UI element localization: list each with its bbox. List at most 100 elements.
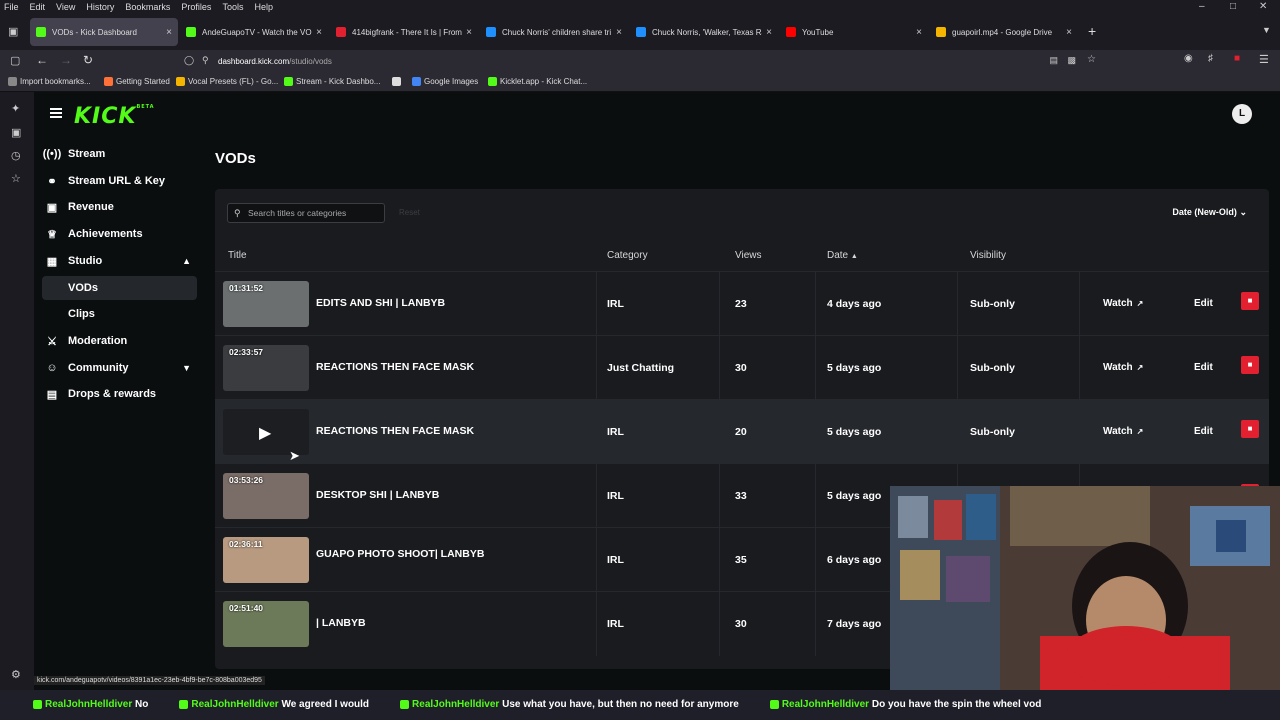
column-category[interactable]: Category (607, 250, 648, 261)
tab-overflow-icon[interactable]: ▼ (1262, 25, 1271, 35)
tab-2[interactable]: 414bigfrank - There It Is | From × (330, 18, 478, 46)
edit-button[interactable]: Edit (1194, 298, 1213, 309)
chat-ticker: RealJohnHelldiver No RealJohnHelldiver We… (0, 699, 1280, 715)
column-views[interactable]: Views (735, 250, 762, 261)
sidebar-item-studio[interactable]: ▦ Studio ▲ (42, 249, 197, 273)
sidebar-item-drops-rewards[interactable]: ▤ Drops & rewards (42, 382, 197, 406)
bookmark-item[interactable] (392, 77, 404, 86)
edit-button[interactable]: Edit (1194, 362, 1213, 373)
avatar[interactable]: L (1232, 104, 1252, 124)
sidebar-item-achievements[interactable]: ♕ Achievements (42, 222, 197, 246)
close-tab-icon[interactable]: × (466, 27, 472, 38)
sidebar-item-revenue[interactable]: ▣ Revenue (42, 195, 197, 219)
sidebar-item-community[interactable]: ☺ Community ▼ (42, 356, 197, 380)
history-icon[interactable]: ◷ (11, 149, 21, 162)
close-tab-icon[interactable]: × (1066, 27, 1072, 38)
account-icon[interactable]: ◉ (1184, 53, 1193, 64)
reset-button[interactable]: Reset (399, 208, 420, 217)
bookmark-item[interactable]: Getting Started (104, 77, 170, 86)
url-bar[interactable]: ◯ ⚲ dashboard.kick.com/studio/vods ▤ ▩ ☆ (178, 52, 1102, 70)
tab-list-icon[interactable]: ▣ (8, 25, 18, 38)
menu-profiles[interactable]: Profiles (181, 2, 211, 12)
back-button[interactable]: ← (36, 53, 48, 67)
delete-button[interactable]: ■ (1241, 420, 1259, 438)
close-tab-icon[interactable]: × (166, 27, 172, 38)
tab-1[interactable]: AndeGuapoTV - Watch the VO × (180, 18, 328, 46)
menu-toggle-icon[interactable] (50, 108, 62, 118)
close-tab-icon[interactable]: × (766, 27, 772, 38)
menu-help[interactable]: Help (254, 2, 273, 12)
bookmark-item[interactable]: Import bookmarks... (8, 77, 91, 86)
watch-button[interactable]: Watch↗ (1103, 298, 1143, 309)
pip-icon[interactable]: ▩ (1067, 55, 1076, 66)
reader-view-icon[interactable]: ▤ (1049, 55, 1058, 66)
column-date[interactable]: Date ▲ (827, 250, 858, 261)
new-tab-button[interactable]: + (1088, 23, 1096, 39)
tabs-icon[interactable]: ▣ (11, 126, 21, 139)
table-row[interactable]: 02:33:57 REACTIONS THEN FACE MASK Just Cha… (215, 335, 1269, 400)
search-input[interactable]: ⚲ Search titles or categories (227, 203, 385, 223)
vod-category: IRL (607, 298, 624, 310)
chevron-icon[interactable]: ▼ (182, 363, 191, 373)
menu-bookmarks[interactable]: Bookmarks (125, 2, 170, 12)
bookmark-item[interactable]: Google Images (412, 77, 478, 86)
forward-button[interactable]: → (60, 53, 72, 67)
bookmark-item[interactable]: Kicklet.app - Kick Chat... (488, 77, 587, 86)
close-tab-icon[interactable]: × (916, 27, 922, 38)
youtube-icon (786, 27, 796, 37)
minimize-button[interactable]: – (1199, 1, 1205, 12)
sidebar-item-moderation[interactable]: ⚔ Moderation (42, 329, 197, 353)
shield-icon[interactable]: ◯ (184, 55, 194, 66)
watch-button[interactable]: Watch↗ (1103, 426, 1143, 437)
tab-4[interactable]: Chuck Norris, 'Walker, Texas Ra × (630, 18, 778, 46)
chevron-icon[interactable]: ▲ (182, 256, 191, 266)
kick-logo[interactable]: KICKBETA (74, 104, 155, 129)
edit-button[interactable]: Edit (1194, 426, 1213, 437)
close-window-button[interactable]: ✕ (1259, 1, 1267, 12)
tab-5[interactable]: YouTube × (780, 18, 928, 46)
menu-tools[interactable]: Tools (222, 2, 243, 12)
watch-button[interactable]: Watch↗ (1103, 362, 1143, 373)
column-title[interactable]: Title (228, 250, 247, 261)
vod-category: IRL (607, 426, 624, 438)
menu-view[interactable]: View (56, 2, 75, 12)
bookmark-star-icon[interactable]: ☆ (1087, 54, 1096, 65)
close-tab-icon[interactable]: × (616, 27, 622, 38)
reload-button[interactable]: ↻ (83, 53, 93, 67)
vod-thumbnail[interactable]: 01:31:52 (223, 281, 309, 327)
tab-6[interactable]: guapoirl.mp4 - Google Drive × (930, 18, 1078, 46)
sidebar-item-label: Achievements (68, 228, 143, 240)
settings-gear-icon[interactable]: ⚙ (11, 668, 21, 681)
delete-button[interactable]: ■ (1241, 292, 1259, 310)
menu-file[interactable]: File (4, 2, 19, 12)
bookmark-item[interactable]: Stream - Kick Dashbo... (284, 77, 380, 86)
vod-thumbnail[interactable]: 02:51:40 (223, 601, 309, 647)
table-row[interactable]: 01:31:52 EDITS AND SHI | LANBYB IRL 23 4 day… (215, 271, 1269, 336)
vod-thumbnail[interactable]: 02:36:11 (223, 537, 309, 583)
bookmarks-icon[interactable]: ☆ (11, 172, 21, 185)
close-tab-icon[interactable]: × (316, 27, 322, 38)
vod-thumbnail[interactable]: 03:53:26 (223, 473, 309, 519)
ai-chat-icon[interactable]: ✦ (11, 102, 20, 115)
tab-3[interactable]: Chuck Norris' children share tri × (480, 18, 628, 46)
sidebar-item-clips[interactable]: Clips (42, 302, 197, 326)
table-row[interactable]: ▶ REACTIONS THEN FACE MASK IRL 20 5 days ago… (215, 399, 1269, 464)
extension-badge-icon[interactable]: ■ (1234, 53, 1240, 64)
sidebar-item-vods[interactable]: VODs (42, 276, 197, 300)
maximize-button[interactable]: □ (1230, 1, 1236, 12)
column-visibility[interactable]: Visibility (970, 250, 1006, 261)
menu-history[interactable]: History (86, 2, 114, 12)
sort-dropdown[interactable]: Date (New-Old) ⌄ (1172, 207, 1247, 218)
bookmark-item[interactable]: Vocal Presets (FL) - Go... (176, 77, 278, 86)
tab-0[interactable]: VODs - Kick Dashboard × (30, 18, 178, 46)
sidebar-item-stream[interactable]: ((•)) Stream (42, 142, 197, 166)
vod-thumbnail[interactable]: 02:33:57 (223, 345, 309, 391)
extensions-icon[interactable]: ♯ (1208, 53, 1213, 64)
play-icon[interactable]: ▶ (259, 423, 271, 443)
menu-edit[interactable]: Edit (30, 2, 46, 12)
app-menu-icon[interactable]: ☰ (1259, 53, 1269, 66)
delete-button[interactable]: ■ (1241, 356, 1259, 374)
lock-icon[interactable]: ⚲ (202, 55, 209, 66)
sidebar-toggle-icon[interactable]: ▢ (10, 54, 20, 67)
sidebar-item-stream-url-key[interactable]: ⚭ Stream URL & Key (42, 169, 197, 193)
